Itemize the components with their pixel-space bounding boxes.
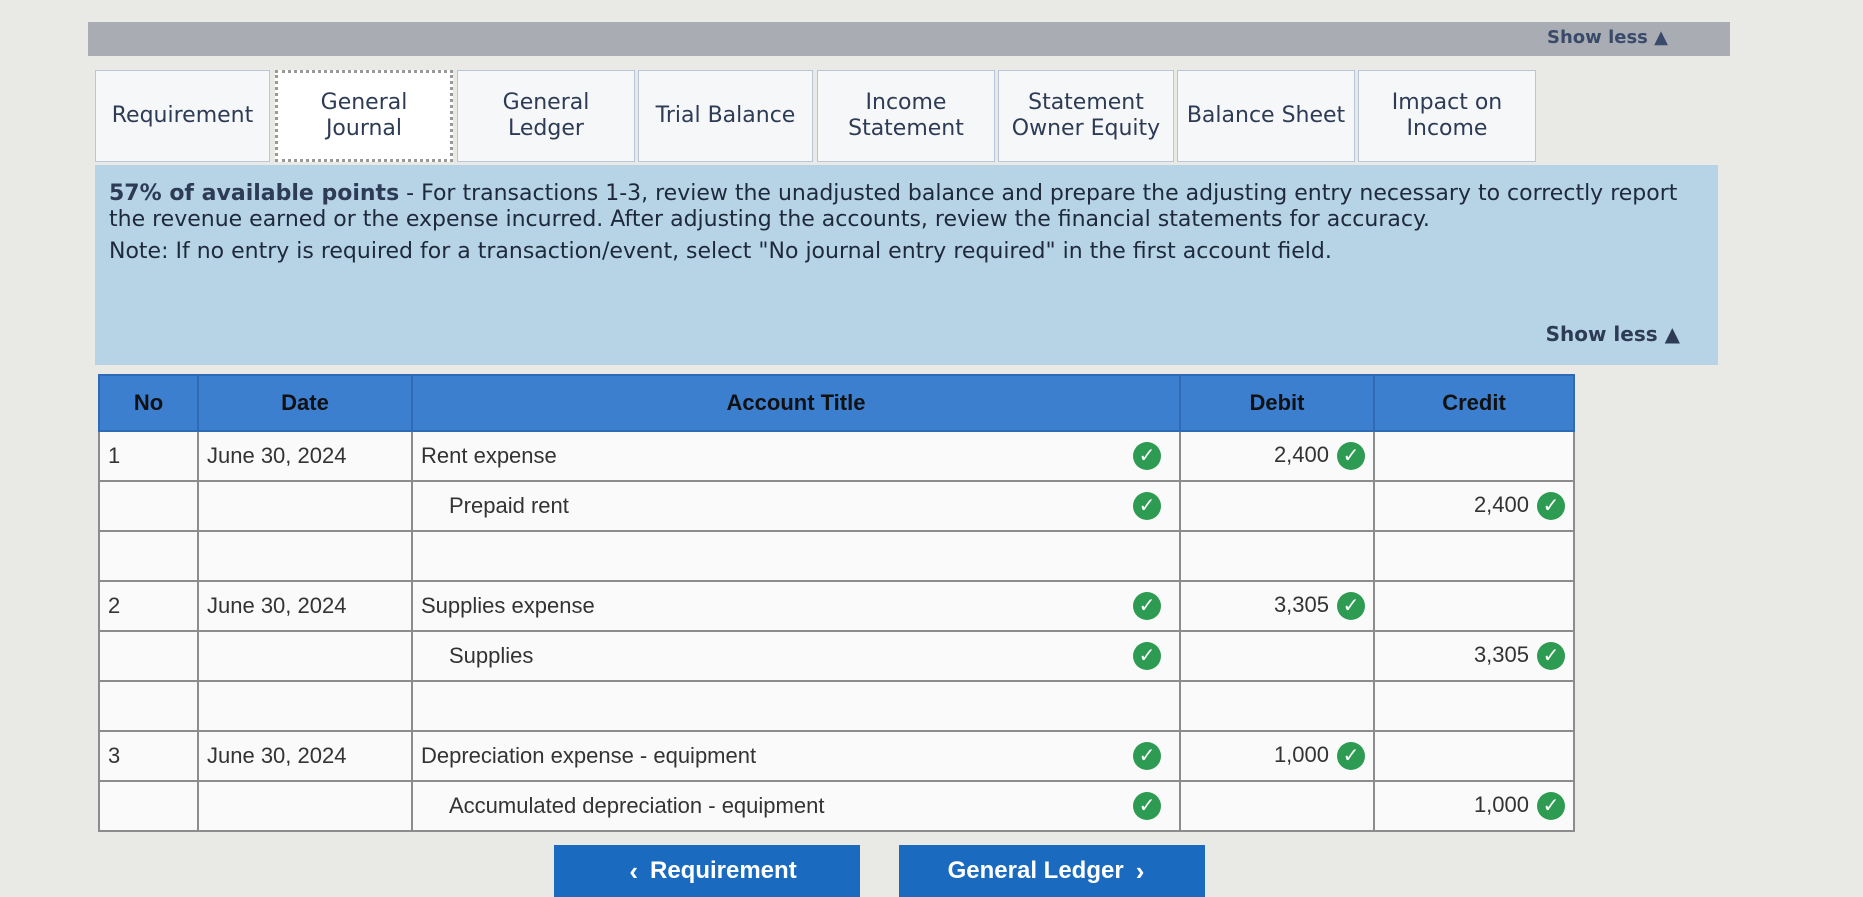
col-header-credit: Credit [1373,374,1575,432]
tab-statement-owner-equity[interactable]: Statement Owner Equity [998,70,1174,162]
tab-general-journal[interactable]: General Journal [275,70,453,162]
check-icon: ✓ [1133,442,1161,470]
account-name: Accumulated depreciation - equipment [449,793,825,818]
account-cell[interactable]: Prepaid rent ✓ [411,480,1181,532]
entry-date [197,630,413,682]
chevron-right-icon: › [1135,855,1145,886]
table-row: Supplies ✓ 3,305 ✓ [98,630,1575,682]
entry-date [197,530,413,582]
check-icon: ✓ [1133,642,1161,670]
table-row: 2 June 30, 2024 Supplies expense ✓ 3,305 ✓ [98,580,1575,632]
check-icon: ✓ [1133,492,1161,520]
tab-trial-balance[interactable]: Trial Balance [638,70,813,162]
entry-no [98,680,199,732]
table-row: Accumulated depreciation - equipment ✓ 1,… [98,780,1575,832]
check-icon: ✓ [1337,442,1365,471]
check-icon: ✓ [1337,592,1365,621]
credit-cell[interactable] [1373,680,1575,732]
table-row [98,530,1575,582]
debit-cell[interactable]: 1,000 ✓ [1179,730,1375,782]
account-cell[interactable] [411,680,1181,732]
debit-value: 1,000 [1273,741,1329,767]
account-name: Rent expense [421,443,557,468]
next-general-ledger-button[interactable]: General Ledger › [899,845,1205,897]
credit-value: 2,400 [1473,491,1529,517]
table-header-row: No Date Account Title Debit Credit [98,374,1575,432]
debit-cell[interactable] [1179,630,1375,682]
tab-income-statement[interactable]: Income Statement [817,70,995,162]
prev-button-label: Requirement [649,857,797,884]
entry-no [98,530,199,582]
debit-cell[interactable] [1179,680,1375,732]
tab-general-ledger[interactable]: General Ledger [457,70,635,162]
entry-no [98,630,199,682]
entry-date [197,780,413,832]
show-less-link[interactable]: Show less ▲ [1546,321,1680,347]
col-header-account: Account Title [411,374,1181,432]
check-icon: ✓ [1337,742,1365,771]
check-icon: ✓ [1537,492,1565,521]
check-icon: ✓ [1537,642,1565,671]
general-journal-table: No Date Account Title Debit Credit 1 Jun… [98,374,1575,832]
instructions-panel: 57% of available points - For transactio… [95,165,1718,365]
tab-requirement[interactable]: Requirement [95,70,270,162]
entry-date[interactable]: June 30, 2024 [197,730,413,782]
credit-value: 1,000 [1473,791,1529,817]
check-icon: ✓ [1133,592,1161,620]
prev-requirement-button[interactable]: ‹ Requirement [554,845,860,897]
debit-cell[interactable] [1179,530,1375,582]
credit-cell[interactable] [1373,530,1575,582]
account-cell[interactable]: Accumulated depreciation - equipment ✓ [411,780,1181,832]
account-name: Supplies [449,643,534,668]
entry-no [98,480,199,532]
account-name: Supplies expense [421,593,595,618]
entry-no: 1 [98,430,199,482]
entry-date [197,480,413,532]
debit-cell[interactable]: 3,305 ✓ [1179,580,1375,632]
chevron-left-icon: ‹ [629,855,638,886]
check-icon: ✓ [1537,792,1565,821]
account-name: Prepaid rent [449,493,569,518]
tab-impact-on-income[interactable]: Impact on Income [1358,70,1536,162]
entry-date[interactable]: June 30, 2024 [197,430,413,482]
credit-cell[interactable]: 3,305 ✓ [1373,630,1575,682]
debit-value: 3,305 [1273,591,1329,617]
entry-no: 2 [98,580,199,632]
table-row [98,680,1575,732]
credit-cell[interactable]: 1,000 ✓ [1373,780,1575,832]
account-cell[interactable]: Rent expense ✓ [411,430,1181,482]
credit-cell[interactable] [1373,430,1575,482]
table-row: 1 June 30, 2024 Rent expense ✓ 2,400 ✓ [98,430,1575,482]
credit-cell[interactable]: 2,400 ✓ [1373,480,1575,532]
col-header-no: No [98,374,199,432]
credit-value: 3,305 [1473,641,1529,667]
entry-no: 3 [98,730,199,782]
table-row: Prepaid rent ✓ 2,400 ✓ [98,480,1575,532]
debit-value: 2,400 [1273,441,1329,467]
debit-cell[interactable] [1179,780,1375,832]
credit-cell[interactable] [1373,730,1575,782]
col-header-debit: Debit [1179,374,1375,432]
check-icon: ✓ [1133,792,1161,820]
points-label: 57% of available points [109,181,400,206]
account-name: Depreciation expense - equipment [421,743,757,768]
account-cell[interactable] [411,530,1181,582]
account-cell[interactable]: Depreciation expense - equipment ✓ [411,730,1181,782]
debit-cell[interactable]: 2,400 ✓ [1179,430,1375,482]
top-bar: Show less ▲ [88,22,1730,56]
next-button-label: General Ledger [947,857,1124,884]
col-header-date: Date [197,374,413,432]
table-row: 3 June 30, 2024 Depreciation expense - e… [98,730,1575,782]
show-less-top-link[interactable]: Show less ▲ [1547,27,1668,48]
entry-no [98,780,199,832]
account-cell[interactable]: Supplies ✓ [411,630,1181,682]
debit-cell[interactable] [1179,480,1375,532]
check-icon: ✓ [1133,742,1161,770]
note-text: Note: If no entry is required for a tran… [109,239,1332,264]
entry-date [197,680,413,732]
tab-balance-sheet[interactable]: Balance Sheet [1177,70,1355,162]
credit-cell[interactable] [1373,580,1575,632]
account-cell[interactable]: Supplies expense ✓ [411,580,1181,632]
entry-date[interactable]: June 30, 2024 [197,580,413,632]
